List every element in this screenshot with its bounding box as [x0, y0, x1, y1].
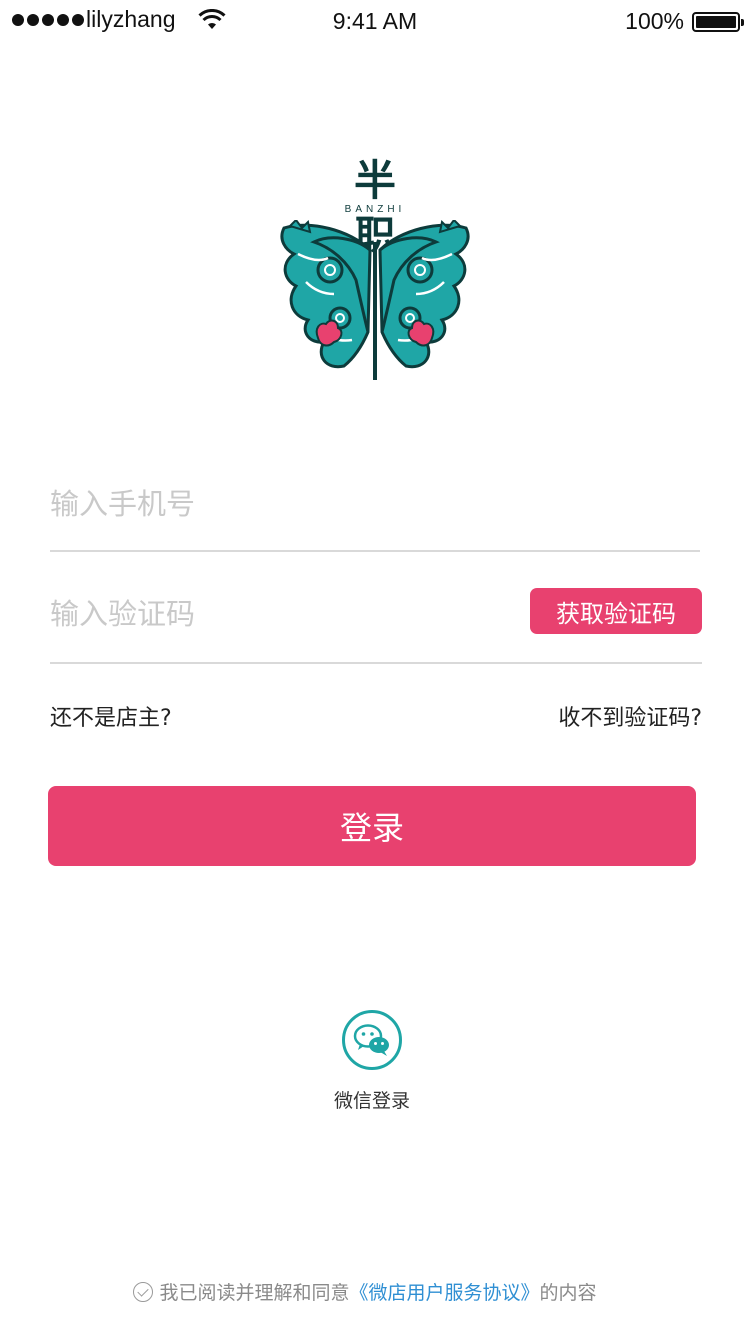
agreement-suffix: 的内容	[539, 1282, 597, 1304]
login-button[interactable]: 登录	[48, 786, 696, 866]
wechat-icon	[353, 1024, 389, 1056]
wechat-login-button[interactable]	[342, 1010, 402, 1070]
status-bar: lilyzhang 9:41 AM 100%	[0, 0, 750, 44]
get-code-button[interactable]: 获取验证码	[530, 588, 702, 634]
butterfly-icon	[280, 220, 470, 380]
brand-logo: 半 BANZHI 职	[270, 160, 480, 386]
phone-field	[50, 474, 700, 534]
battery-percent: 100%	[625, 8, 684, 34]
logo-text-top: 半	[353, 156, 396, 205]
phone-divider	[50, 550, 700, 552]
wechat-login-label: 微信登录	[333, 1090, 410, 1112]
no-code-received-link[interactable]: 收不到验证码?	[558, 700, 702, 732]
verification-code-input[interactable]	[50, 584, 520, 644]
phone-input[interactable]	[50, 474, 520, 534]
code-divider	[50, 662, 702, 664]
agreement-check-icon[interactable]	[133, 1281, 154, 1302]
agreement-prefix: 我已阅读并理解和同意	[159, 1282, 350, 1304]
not-shop-owner-link[interactable]: 还不是店主?	[50, 700, 172, 732]
service-agreement-link[interactable]: 《微店用户服务协议》	[349, 1282, 539, 1304]
battery-icon	[692, 12, 744, 32]
agreement-row: 我已阅读并理解和同意《微店用户服务协议》的内容	[0, 1278, 730, 1305]
